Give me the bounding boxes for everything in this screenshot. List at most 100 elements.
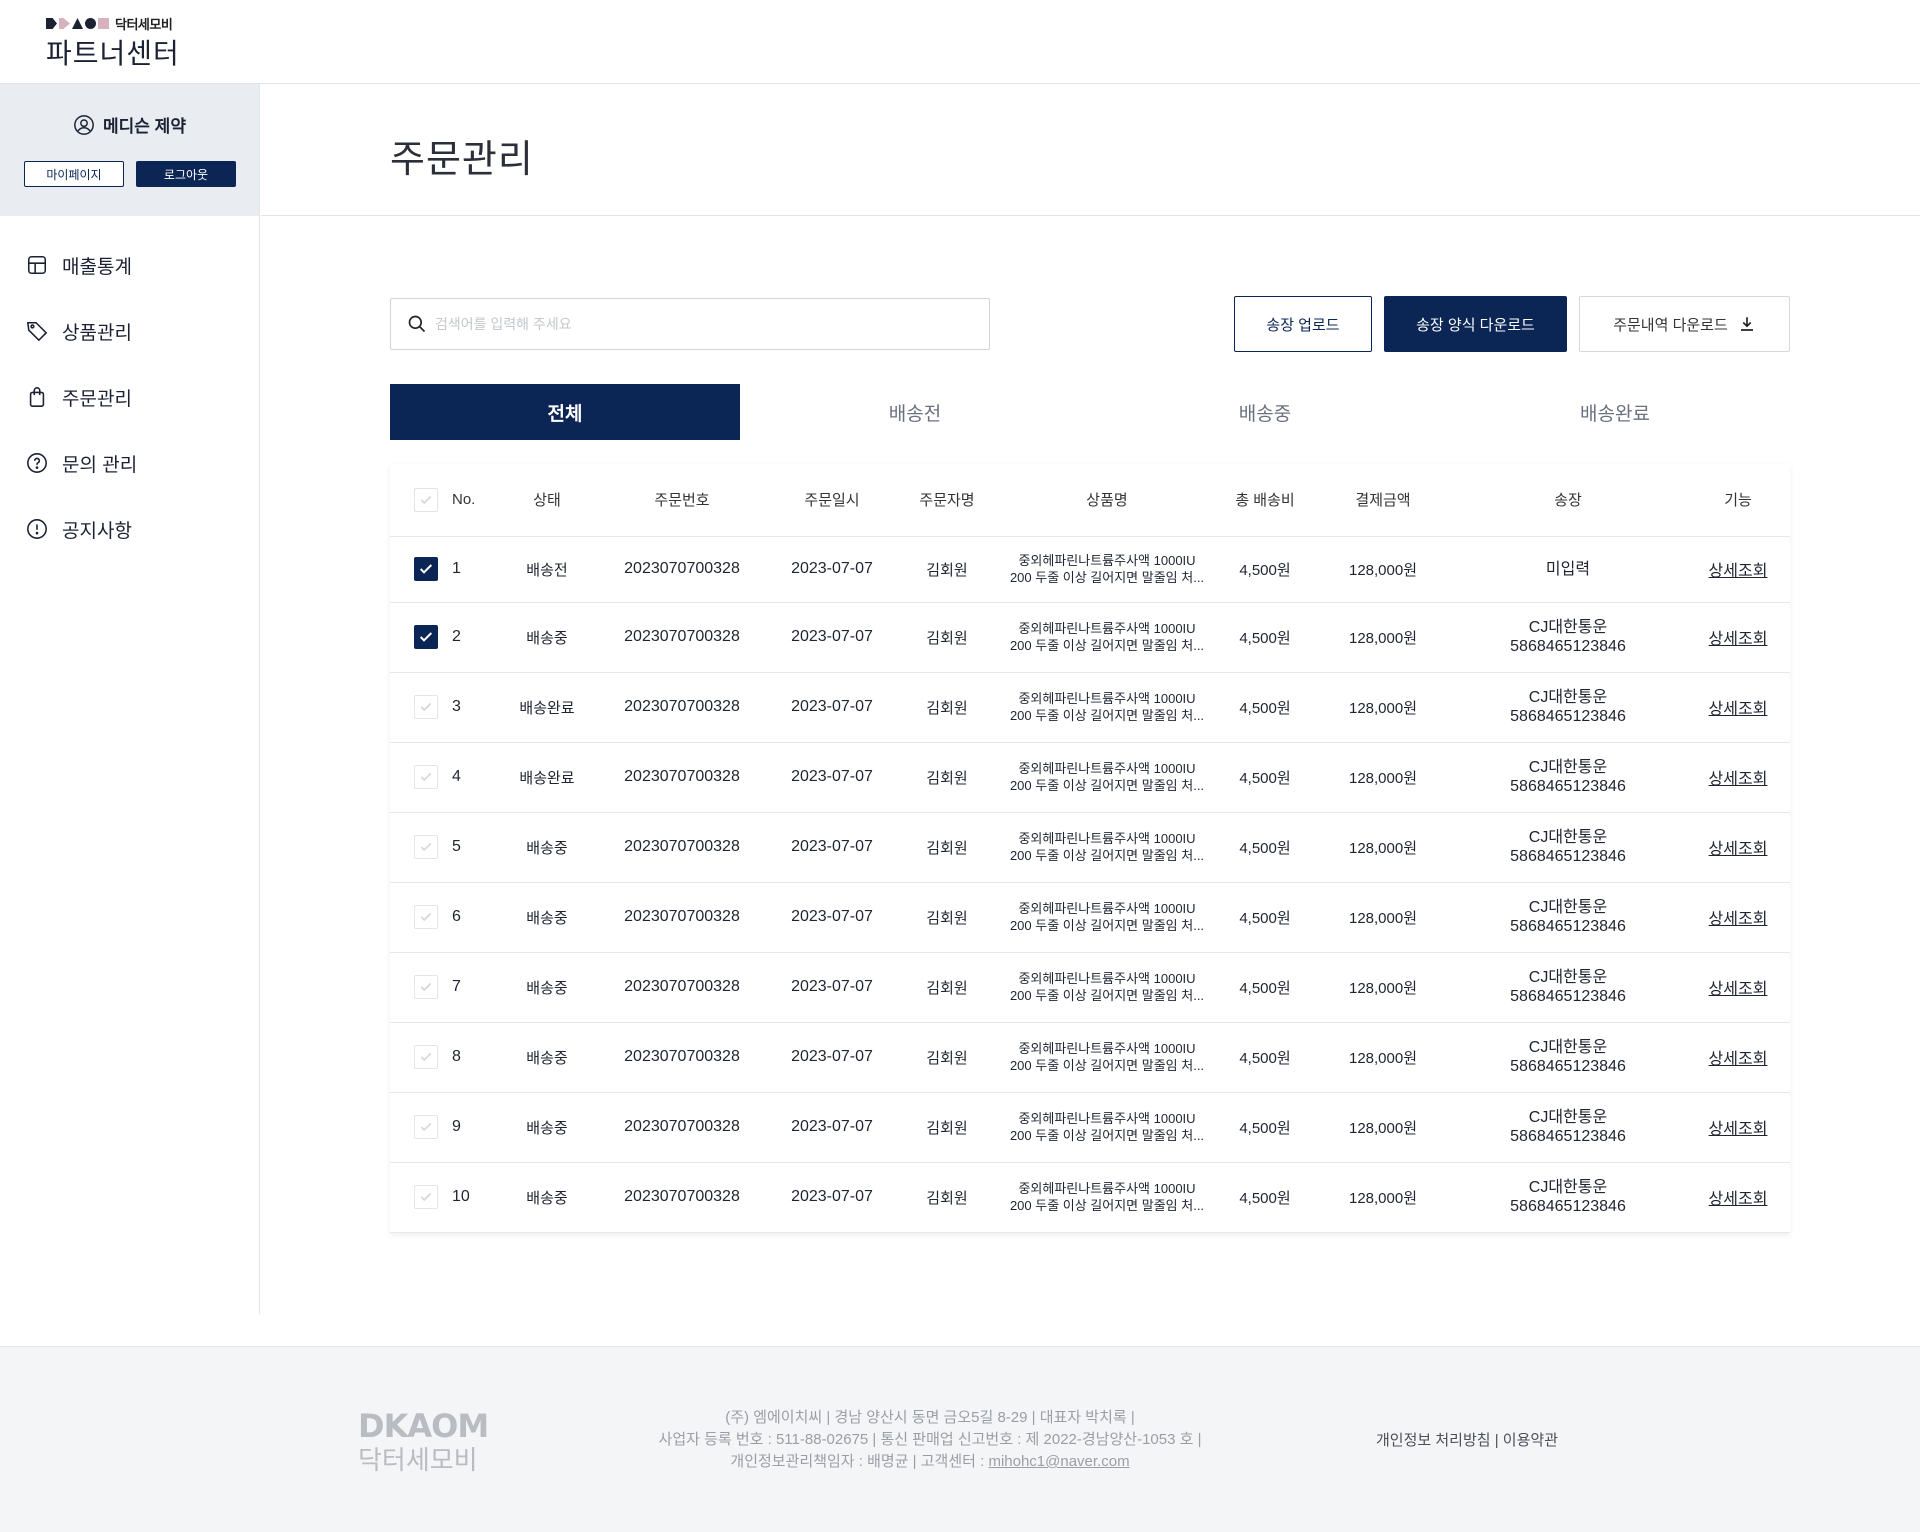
sidebar: 메디슨 제약 마이페이지 로그아웃 매출통계 상품관리 주문관리 문의 관리 공… [0, 84, 260, 1314]
footer-logo-mark: DKAOM 닥터세모비 [358, 1407, 489, 1476]
cell-product: 중외헤파린나트륨주사액 1000IU 200 두줄 이상 길어지면 말줄임 처..… [1000, 952, 1214, 1023]
cell-status: 배송중 [500, 1092, 594, 1163]
tag-icon [26, 321, 48, 342]
row-checkbox[interactable] [414, 1115, 438, 1139]
cell-action: 상세조회 [1686, 1022, 1790, 1093]
order-status-tabs: 전체 배송전 배송중 배송완료 [390, 384, 1790, 440]
policy-links[interactable]: 개인정보 처리방침 | 이용약관 [1376, 1429, 1558, 1450]
tab-all[interactable]: 전체 [390, 384, 740, 440]
header-invoice: 송장 [1450, 464, 1686, 537]
tracking-number: 5868465123846 [1510, 1128, 1626, 1145]
tracking-number: 5868465123846 [1510, 708, 1626, 725]
sidebar-item-products[interactable]: 상품관리 [0, 298, 259, 364]
product-name-line: 200 두줄 이상 길어지면 말줄임 처... [1009, 1198, 1205, 1213]
cell-amount: 128,000원 [1316, 1162, 1450, 1233]
cell-invoice: CJ대한통운 5868465123846 [1450, 742, 1686, 813]
table-row: 7 배송중 2023070700328 2023-07-07 김회원 중외헤파린나트륨주사… [390, 952, 1790, 1023]
detail-view-link[interactable]: 상세조회 [1709, 771, 1768, 788]
courier-name: CJ대한통운 [1528, 619, 1608, 636]
row-checkbox[interactable] [414, 557, 438, 581]
check-icon [420, 702, 432, 712]
sidebar-item-orders[interactable]: 주문관리 [0, 364, 259, 430]
product-name-line: 200 두줄 이상 길어지면 말줄임 처... [1009, 988, 1205, 1003]
row-checkbox[interactable] [414, 835, 438, 859]
row-checkbox[interactable] [414, 625, 438, 649]
order-history-download-button[interactable]: 주문내역 다운로드 [1579, 296, 1790, 352]
cell-order-no: 2023070700328 [594, 1022, 770, 1093]
detail-view-link[interactable]: 상세조회 [1709, 701, 1768, 718]
cell-amount: 128,000원 [1316, 812, 1450, 883]
detail-view-link[interactable]: 상세조회 [1709, 1121, 1768, 1138]
sidebar-item-label: 주문관리 [62, 388, 132, 410]
cell-invoice: CJ대한통운 5868465123846 [1450, 812, 1686, 883]
search-input[interactable] [435, 316, 975, 332]
detail-view-link[interactable]: 상세조회 [1709, 563, 1768, 580]
orders-table: No. 상태 주문번호 주문일시 주문자명 상품명 총 배송비 결제금액 송장 … [390, 464, 1790, 1233]
page-header: 주문관리 [261, 84, 1920, 216]
svg-text:닥터세모비: 닥터세모비 [358, 1446, 478, 1476]
cell-shipping: 4,500원 [1214, 536, 1316, 603]
cell-action: 상세조회 [1686, 602, 1790, 673]
company-info: (주) 엠에이치씨 | 경남 양산시 동면 금오5길 8-29 | 대표자 박치… [600, 1407, 1260, 1473]
invoice-upload-button[interactable]: 송장 업로드 [1234, 296, 1372, 352]
tab-before-shipping[interactable]: 배송전 [740, 384, 1090, 440]
row-checkbox[interactable] [414, 975, 438, 999]
detail-view-link[interactable]: 상세조회 [1709, 981, 1768, 998]
support-email-link[interactable]: mihohc1@naver.com [988, 1453, 1129, 1470]
cell-customer: 김회원 [894, 1162, 1000, 1233]
tab-delivered[interactable]: 배송완료 [1440, 384, 1790, 440]
search-box[interactable] [390, 298, 990, 350]
cell-status: 배송중 [500, 952, 594, 1023]
brand-text: 닥터세모비 [115, 17, 173, 32]
tab-shipping[interactable]: 배송중 [1090, 384, 1440, 440]
cell-amount: 128,000원 [1316, 602, 1450, 673]
table-row: 1 배송전 2023070700328 2023-07-07 김회원 중외헤파린나트륨주사… [390, 536, 1790, 603]
row-checkbox[interactable] [414, 905, 438, 929]
mypage-button[interactable]: 마이페이지 [24, 161, 124, 187]
product-name-line: 200 두줄 이상 길어지면 말줄임 처... [1009, 778, 1205, 793]
cell-order-no: 2023070700328 [594, 812, 770, 883]
sidebar-nav: 매출통계 상품관리 주문관리 문의 관리 공지사항 [0, 232, 259, 562]
cell-date: 2023-07-07 [770, 602, 894, 673]
cell-no: 7 [390, 952, 500, 1023]
row-number: 4 [452, 768, 461, 785]
row-number: 10 [452, 1188, 470, 1205]
sidebar-item-sales-stats[interactable]: 매출통계 [0, 232, 259, 298]
sidebar-item-inquiries[interactable]: 문의 관리 [0, 430, 259, 496]
check-icon [419, 564, 433, 574]
detail-view-link[interactable]: 상세조회 [1709, 911, 1768, 928]
product-name-line: 200 두줄 이상 길어지면 말줄임 처... [1009, 918, 1205, 933]
tracking-number: 5868465123846 [1510, 918, 1626, 935]
header-customer: 주문자명 [894, 464, 1000, 537]
product-name-line: 중외헤파린나트륨주사액 1000IU [1018, 901, 1196, 916]
invoice-template-download-button[interactable]: 송장 양식 다운로드 [1384, 296, 1567, 352]
logout-button[interactable]: 로그아웃 [136, 161, 236, 187]
cell-action: 상세조회 [1686, 882, 1790, 953]
cell-order-no: 2023070700328 [594, 602, 770, 673]
question-icon [27, 453, 47, 473]
cell-amount: 128,000원 [1316, 1092, 1450, 1163]
row-checkbox[interactable] [414, 1045, 438, 1069]
cell-invoice: CJ대한통운 5868465123846 [1450, 1022, 1686, 1093]
select-all-checkbox[interactable] [414, 487, 438, 512]
cell-no: 3 [390, 672, 500, 743]
cell-no: 8 [390, 1022, 500, 1093]
cell-product: 중외헤파린나트륨주사액 1000IU 200 두줄 이상 길어지면 말줄임 처..… [1000, 672, 1214, 743]
row-checkbox[interactable] [414, 1185, 438, 1209]
courier-name: CJ대한통운 [1528, 1039, 1608, 1056]
table-row: 8 배송중 2023070700328 2023-07-07 김회원 중외헤파린나트륨주사… [390, 1022, 1790, 1093]
sidebar-item-notices[interactable]: 공지사항 [0, 496, 259, 562]
check-icon [420, 772, 432, 782]
brand-logo[interactable]: 닥터세모비 [46, 14, 173, 33]
cell-order-no: 2023070700328 [594, 536, 770, 603]
cell-date: 2023-07-07 [770, 536, 894, 603]
row-checkbox[interactable] [414, 765, 438, 789]
detail-view-link[interactable]: 상세조회 [1709, 631, 1768, 648]
detail-view-link[interactable]: 상세조회 [1709, 1191, 1768, 1208]
detail-view-link[interactable]: 상세조회 [1709, 1051, 1768, 1068]
header-date: 주문일시 [770, 464, 894, 537]
table-row: 6 배송중 2023070700328 2023-07-07 김회원 중외헤파린나트륨주사… [390, 882, 1790, 953]
row-checkbox[interactable] [414, 695, 438, 719]
row-number: 8 [452, 1048, 461, 1065]
detail-view-link[interactable]: 상세조회 [1709, 841, 1768, 858]
